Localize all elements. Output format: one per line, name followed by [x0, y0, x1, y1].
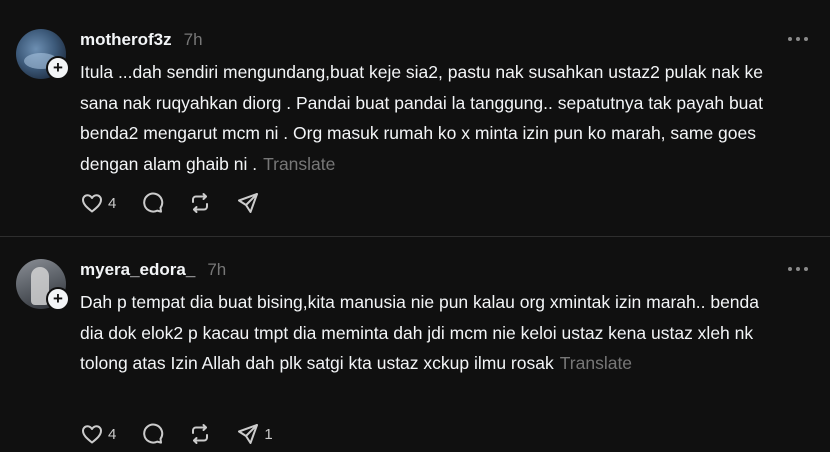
timestamp[interactable]: 7h — [184, 30, 203, 50]
plus-icon[interactable]: + — [46, 56, 70, 80]
translate-link[interactable]: Translate — [263, 154, 335, 174]
reply-header: myera_edora_ 7h — [80, 259, 226, 281]
action-bar: 4 1 — [80, 421, 297, 447]
reply-body: Dah p tempat dia buat bising,kita manusi… — [80, 287, 780, 379]
heart-icon — [82, 425, 102, 444]
comment-button[interactable] — [140, 191, 164, 215]
reply-header: motherof3z 7h — [80, 29, 203, 51]
username[interactable]: motherof3z — [80, 30, 172, 50]
comment-button[interactable] — [140, 422, 164, 446]
dot — [804, 37, 808, 41]
share-button[interactable]: 1 — [236, 422, 273, 446]
translate-link[interactable]: Translate — [560, 353, 632, 373]
repost-button[interactable] — [188, 191, 212, 215]
timestamp[interactable]: 7h — [207, 260, 226, 280]
dot — [804, 267, 808, 271]
reply-text: Itula ...dah sendiri mengundang,buat kej… — [80, 62, 764, 174]
comment-icon — [143, 192, 164, 213]
thread-reply: + myera_edora_ 7h Dah p tempat dia buat … — [0, 237, 830, 452]
dot — [788, 37, 792, 41]
like-count: 4 — [108, 425, 117, 443]
heart-icon — [82, 194, 102, 213]
like-button[interactable]: 4 — [80, 191, 116, 215]
reply-text: Dah p tempat dia buat bising,kita manusi… — [80, 292, 760, 373]
more-icon[interactable] — [788, 266, 808, 272]
like-button[interactable]: 4 — [80, 422, 116, 446]
repost-icon — [192, 193, 209, 213]
share-button[interactable] — [236, 191, 260, 215]
thread-reply: + motherof3z 7h Itula ...dah sendiri men… — [0, 0, 830, 236]
share-count: 1 — [264, 425, 273, 443]
action-bar: 4 — [80, 190, 284, 216]
send-icon — [238, 424, 259, 444]
plus-icon[interactable]: + — [46, 287, 70, 311]
repost-icon — [192, 424, 209, 444]
more-icon[interactable] — [788, 36, 808, 42]
dot — [796, 37, 800, 41]
send-icon — [238, 193, 259, 213]
dot — [788, 267, 792, 271]
repost-button[interactable] — [188, 422, 212, 446]
dot — [796, 267, 800, 271]
reply-body: Itula ...dah sendiri mengundang,buat kej… — [80, 57, 780, 179]
comment-icon — [143, 423, 164, 444]
username[interactable]: myera_edora_ — [80, 260, 195, 280]
like-count: 4 — [108, 194, 117, 212]
